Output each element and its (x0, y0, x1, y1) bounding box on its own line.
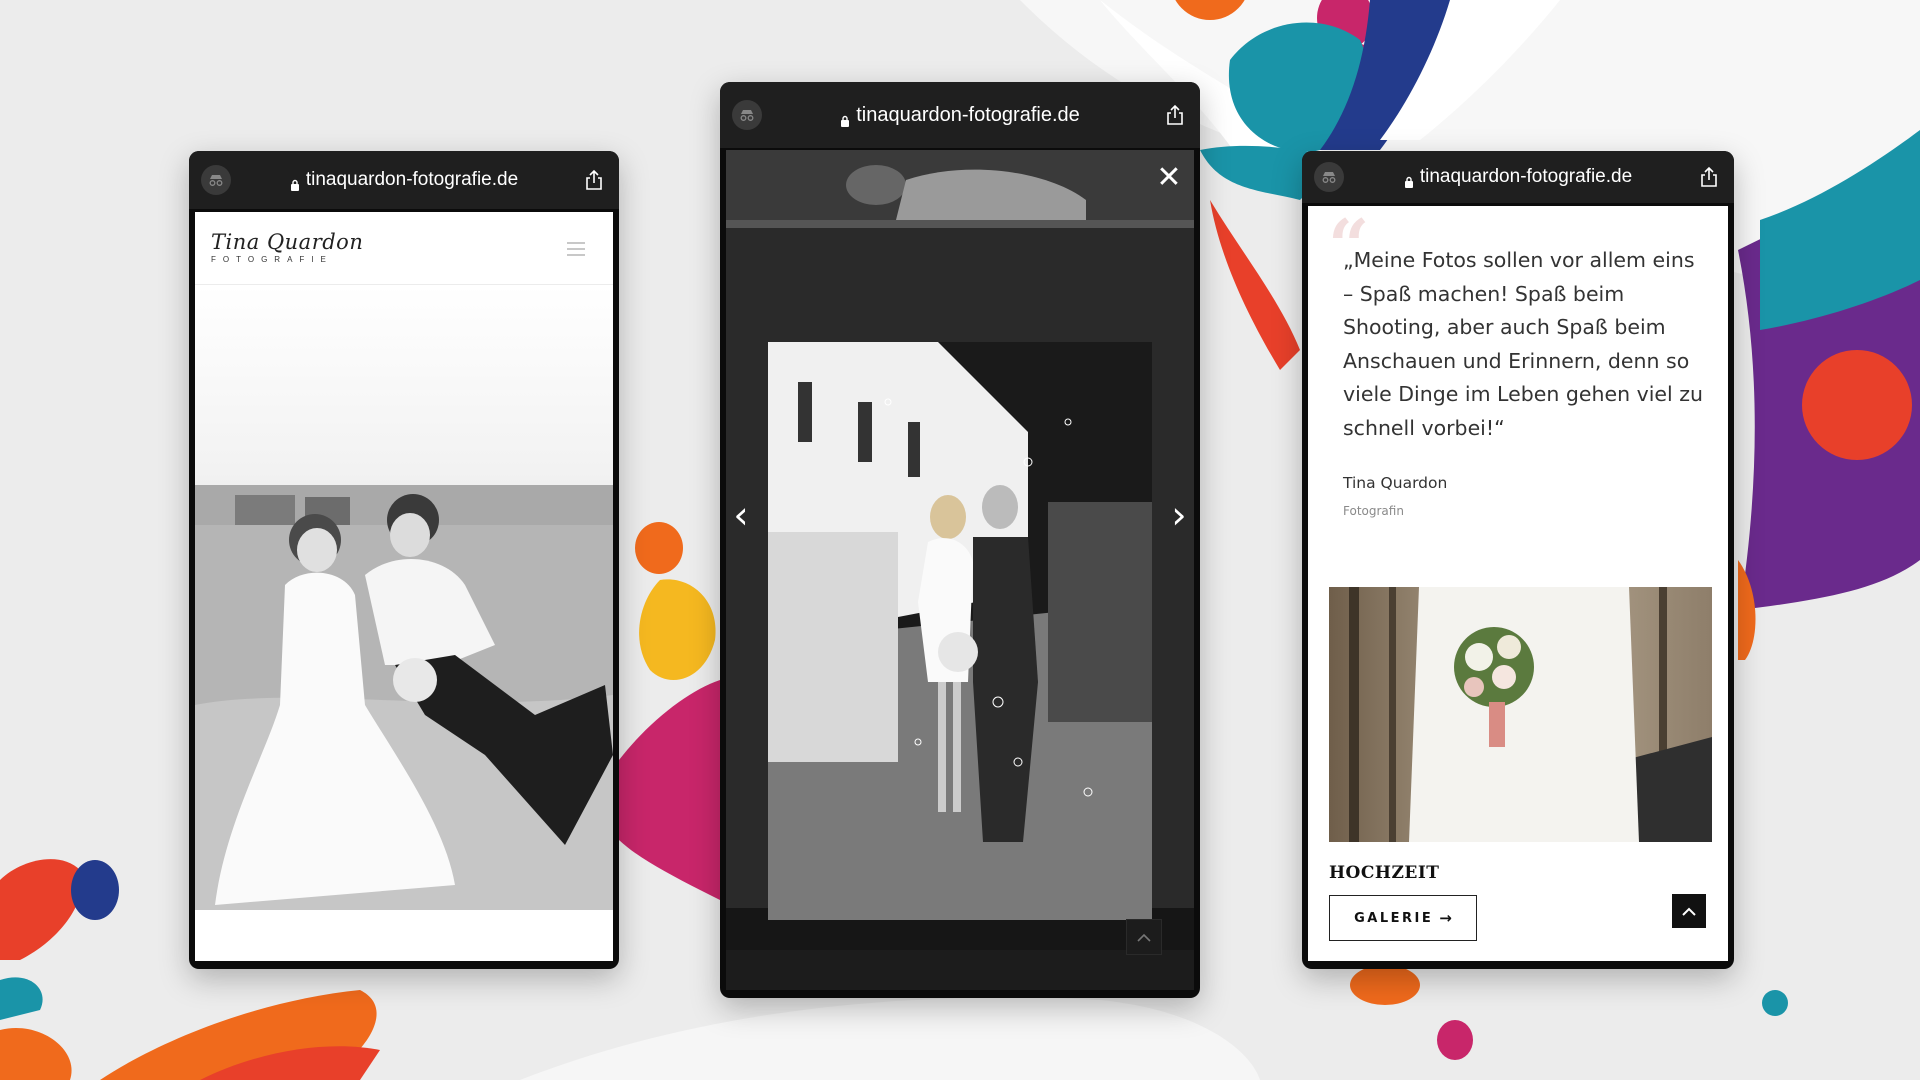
lightbox-viewport: ✕ ‹ › (726, 150, 1194, 990)
lock-icon (1404, 172, 1414, 188)
site-header: Tina Quardon FOTOGRAFIE (195, 212, 613, 285)
url-text: tinaquardon-fotografie.de (305, 169, 519, 190)
incognito-icon[interactable] (732, 100, 762, 130)
lock-icon (290, 175, 300, 191)
url-text: tinaquardon-fotografie.de (1419, 166, 1633, 187)
url-text: tinaquardon-fotografie.de (856, 103, 1080, 126)
menu-icon[interactable] (567, 242, 585, 260)
gallery-button[interactable]: GALERIE → (1329, 895, 1477, 941)
lightbox-photo-wedding-bubbles (768, 342, 1152, 920)
close-icon[interactable]: ✕ (1152, 160, 1186, 194)
browser-address-bar[interactable]: tinaquardon-fotografie.de (720, 82, 1200, 148)
arrow-right-icon: → (1439, 909, 1452, 927)
phone-left: tinaquardon-fotografie.de Tina Quardon F… (189, 151, 619, 969)
photo-placeholder (1329, 587, 1712, 842)
chevron-right-icon[interactable]: › (1164, 493, 1194, 537)
share-icon[interactable] (583, 167, 605, 193)
testimonial-quote: „Meine Fotos sollen vor allem eins – Spa… (1343, 248, 1704, 440)
testimonial-author: Tina Quardon (1343, 474, 1448, 492)
card-title: HOCHZEIT (1329, 863, 1440, 883)
phone-right: tinaquardon-fotografie.de “ „Meine Fotos… (1302, 151, 1734, 969)
browser-address-bar[interactable]: tinaquardon-fotografie.de (189, 151, 619, 209)
testimonial-role: Fotografin (1343, 504, 1404, 518)
chevron-left-icon[interactable]: ‹ (726, 493, 756, 537)
photo-placeholder (195, 285, 613, 910)
chevron-up-icon[interactable] (1672, 894, 1706, 928)
gallery-button-label: GALERIE (1354, 910, 1434, 926)
hero-photo-couple-sitting (195, 285, 613, 910)
incognito-icon[interactable] (1314, 162, 1344, 192)
logo-script: Tina Quardon (211, 230, 364, 254)
share-icon[interactable] (1164, 102, 1186, 128)
card-photo-bridal-bouquet (1329, 587, 1712, 842)
lock-icon (840, 110, 850, 127)
photo-placeholder (768, 342, 1152, 920)
site-logo[interactable]: Tina Quardon FOTOGRAFIE (211, 230, 363, 264)
logo-subtitle: FOTOGRAFIE (211, 255, 333, 264)
site-viewport: Tina Quardon FOTOGRAFIE (195, 212, 613, 961)
chevron-up-icon[interactable] (1126, 919, 1162, 955)
incognito-icon[interactable] (201, 165, 231, 195)
share-icon[interactable] (1698, 164, 1720, 190)
site-viewport: “ „Meine Fotos sollen vor allem eins – S… (1308, 206, 1728, 961)
browser-address-bar[interactable]: tinaquardon-fotografie.de (1302, 151, 1734, 203)
phone-middle: tinaquardon-fotografie.de ✕ ‹ › (720, 82, 1200, 998)
